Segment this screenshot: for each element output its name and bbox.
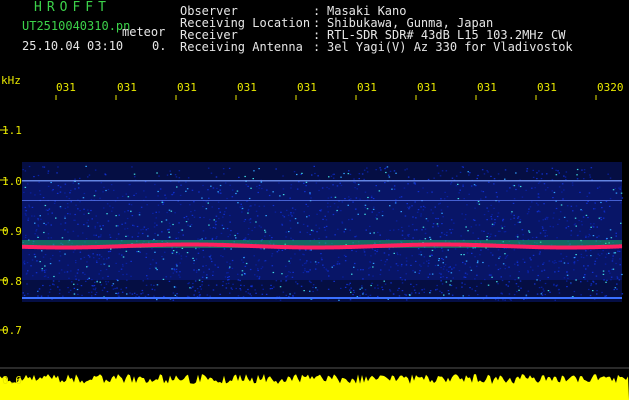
time-tick-label: 031 (56, 81, 76, 94)
freq-tick-label: 1.1 (2, 124, 22, 137)
spectrogram-plot (0, 0, 629, 400)
app-title: HROFFT (34, 0, 111, 15)
time-tick-label: 031 (237, 81, 257, 94)
freq-tick-label: 0.7 (2, 324, 22, 337)
meteor-label: meteor (122, 25, 166, 39)
time-tick-label: 031 (537, 81, 557, 94)
info-labels: Observer Receiving Location Receiver Rec… (180, 4, 311, 54)
freq-tick-label: 0.6 (2, 374, 22, 387)
time-tick-label: 031 (177, 81, 197, 94)
file-name: UT2510040310.pn (22, 19, 131, 33)
time-tick-label: 031 (477, 81, 497, 94)
date-time: 25.10.04 03:10 0. (22, 39, 167, 53)
freq-tick-label: 0.8 (2, 275, 22, 288)
time-tick-label: 031 (417, 81, 437, 94)
time-tick-label: 031 (357, 81, 377, 94)
noise-band (22, 162, 624, 302)
freq-tick-label: 0.9 (2, 225, 22, 238)
freq-tick-label: 1.0 (2, 175, 22, 188)
time-tick-label: 031 (117, 81, 137, 94)
time-tick-label: 031 (297, 81, 317, 94)
info-values: Masaki Kano Shibukawa, Gunma, Japan RTL-… (327, 4, 573, 54)
time-tick-label: 0320 (597, 81, 624, 94)
freq-unit-label: kHz (1, 74, 21, 87)
info-colons: : : : : (313, 4, 321, 54)
